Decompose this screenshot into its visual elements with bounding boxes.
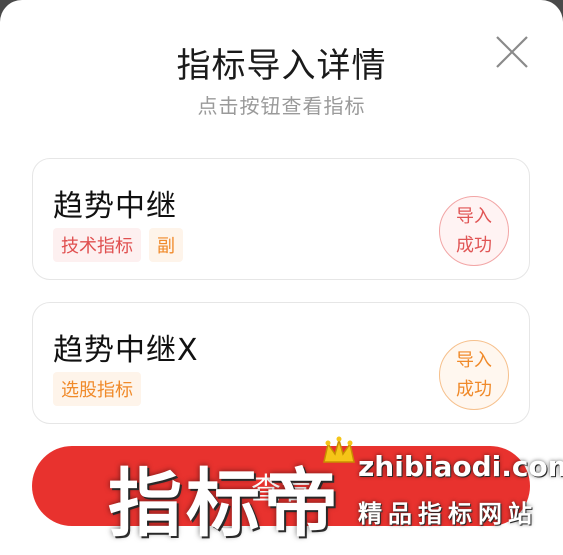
- tag-technical: 技术指标: [53, 228, 141, 262]
- indicator-tags: 技术指标 副: [53, 228, 183, 262]
- stamp-line2: 成功: [456, 235, 492, 256]
- indicator-name: 趋势中继X: [53, 333, 199, 368]
- tag-stock-screening: 选股指标: [53, 372, 141, 406]
- stamp-line1: 导入: [456, 206, 492, 227]
- watermark-tagline: 精品指标网站: [358, 500, 538, 528]
- indicator-tags: 选股指标: [53, 372, 141, 406]
- indicator-card[interactable]: 趋势中继 技术指标 副 导入 成功: [32, 158, 530, 280]
- crown-icon: [323, 436, 355, 463]
- close-icon[interactable]: [494, 34, 530, 70]
- dialog-subtitle: 点击按钮查看指标: [197, 94, 366, 118]
- indicator-card[interactable]: 趋势中继X 选股指标 导入 成功: [32, 302, 530, 424]
- import-success-stamp: 导入 成功: [439, 196, 509, 266]
- watermark-url: zhibiaodi.com: [358, 450, 563, 483]
- indicator-name: 趋势中继: [53, 189, 177, 224]
- import-success-stamp: 导入 成功: [439, 340, 509, 410]
- stamp-line1: 导入: [456, 350, 492, 371]
- stamp-line2: 成功: [456, 379, 492, 400]
- dialog-title: 指标导入详情: [176, 46, 387, 86]
- indicator-import-dialog: 指标导入详情 点击按钮查看指标 趋势中继 技术指标 副 导入 成功 趋势中继X …: [0, 0, 563, 555]
- watermark-brand: 指标帝: [108, 461, 342, 547]
- tag-sub-chart: 副: [149, 228, 183, 262]
